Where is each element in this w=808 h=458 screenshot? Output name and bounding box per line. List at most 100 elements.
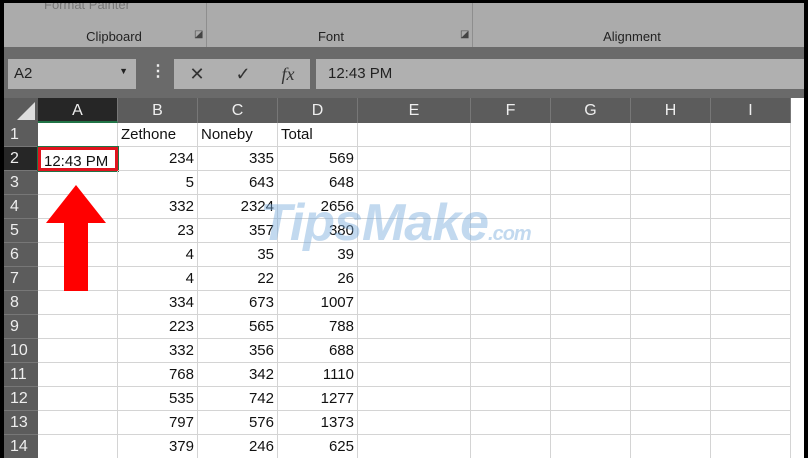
cell-F9[interactable] [471, 315, 551, 339]
column-header-B[interactable]: B [118, 98, 198, 123]
cell-F11[interactable] [471, 363, 551, 387]
enter-icon[interactable]: ✓ [236, 64, 251, 85]
cell-B4[interactable]: 332 [118, 195, 198, 219]
cell-C7[interactable]: 22 [198, 267, 278, 291]
cell-H14[interactable] [631, 435, 711, 458]
cell-F8[interactable] [471, 291, 551, 315]
cell-F7[interactable] [471, 267, 551, 291]
row-header-6[interactable]: 6 [4, 243, 38, 267]
column-header-E[interactable]: E [358, 98, 471, 123]
cell-D3[interactable]: 648 [278, 171, 358, 195]
cell-C10[interactable]: 356 [198, 339, 278, 363]
cancel-icon[interactable]: ✕ [189, 64, 204, 85]
cell-B8[interactable]: 334 [118, 291, 198, 315]
cell-I3[interactable] [711, 171, 791, 195]
row-header-3[interactable]: 3 [4, 171, 38, 195]
cell-C9[interactable]: 565 [198, 315, 278, 339]
cell-G2[interactable] [551, 147, 631, 171]
cell-B1[interactable]: Zethone [118, 123, 198, 147]
cell-B11[interactable]: 768 [118, 363, 198, 387]
cell-H3[interactable] [631, 171, 711, 195]
cell-I12[interactable] [711, 387, 791, 411]
cell-C1[interactable]: Noneby [198, 123, 278, 147]
cell-C13[interactable]: 576 [198, 411, 278, 435]
column-header-I[interactable]: I [711, 98, 791, 123]
cell-G7[interactable] [551, 267, 631, 291]
cell-B2[interactable]: 234 [118, 147, 198, 171]
cell-I8[interactable] [711, 291, 791, 315]
cell-H9[interactable] [631, 315, 711, 339]
cell-F13[interactable] [471, 411, 551, 435]
cell-F1[interactable] [471, 123, 551, 147]
cell-I2[interactable] [711, 147, 791, 171]
cell-B12[interactable]: 535 [118, 387, 198, 411]
row-header-7[interactable]: 7 [4, 267, 38, 291]
cell-B10[interactable]: 332 [118, 339, 198, 363]
cell-E10[interactable] [358, 339, 471, 363]
cell-E2[interactable] [358, 147, 471, 171]
cell-E14[interactable] [358, 435, 471, 458]
cell-H10[interactable] [631, 339, 711, 363]
cell-I10[interactable] [711, 339, 791, 363]
cell-G5[interactable] [551, 219, 631, 243]
cell-G10[interactable] [551, 339, 631, 363]
cell-B6[interactable]: 4 [118, 243, 198, 267]
cell-H8[interactable] [631, 291, 711, 315]
cell-E8[interactable] [358, 291, 471, 315]
cell-E1[interactable] [358, 123, 471, 147]
cell-F12[interactable] [471, 387, 551, 411]
cell-E9[interactable] [358, 315, 471, 339]
row-header-9[interactable]: 9 [4, 315, 38, 339]
cell-B3[interactable]: 5 [118, 171, 198, 195]
cell-G14[interactable] [551, 435, 631, 458]
column-header-F[interactable]: F [471, 98, 551, 123]
cell-D14[interactable]: 625 [278, 435, 358, 458]
row-header-2[interactable]: 2 [4, 147, 38, 171]
row-header-12[interactable]: 12 [4, 387, 38, 411]
row-header-8[interactable]: 8 [4, 291, 38, 315]
clipboard-launcher-icon[interactable]: ◪ [194, 29, 203, 40]
cell-A13[interactable] [38, 411, 118, 435]
chevron-down-icon[interactable]: ▼ [119, 66, 128, 76]
cell-D12[interactable]: 1277 [278, 387, 358, 411]
cell-A2[interactable]: 12:43 PM [37, 146, 119, 172]
column-header-C[interactable]: C [198, 98, 278, 123]
cell-E11[interactable] [358, 363, 471, 387]
cell-G12[interactable] [551, 387, 631, 411]
cell-B9[interactable]: 223 [118, 315, 198, 339]
row-header-11[interactable]: 11 [4, 363, 38, 387]
cell-G4[interactable] [551, 195, 631, 219]
cell-I7[interactable] [711, 267, 791, 291]
cell-G6[interactable] [551, 243, 631, 267]
cell-I11[interactable] [711, 363, 791, 387]
cell-G3[interactable] [551, 171, 631, 195]
row-header-14[interactable]: 14 [4, 435, 38, 458]
cell-D2[interactable]: 569 [278, 147, 358, 171]
cell-E7[interactable] [358, 267, 471, 291]
cell-A12[interactable] [38, 387, 118, 411]
cell-D9[interactable]: 788 [278, 315, 358, 339]
cell-C2[interactable]: 335 [198, 147, 278, 171]
cell-A11[interactable] [38, 363, 118, 387]
cell-H7[interactable] [631, 267, 711, 291]
cell-I14[interactable] [711, 435, 791, 458]
cell-G8[interactable] [551, 291, 631, 315]
cell-F14[interactable] [471, 435, 551, 458]
cell-H1[interactable] [631, 123, 711, 147]
cell-A14[interactable] [38, 435, 118, 458]
cell-D7[interactable]: 26 [278, 267, 358, 291]
cell-I4[interactable] [711, 195, 791, 219]
cell-A8[interactable] [38, 291, 118, 315]
cell-B14[interactable]: 379 [118, 435, 198, 458]
cell-C3[interactable]: 643 [198, 171, 278, 195]
cell-H2[interactable] [631, 147, 711, 171]
cell-D1[interactable]: Total [278, 123, 358, 147]
cell-H13[interactable] [631, 411, 711, 435]
more-icon[interactable]: ⋮ [150, 61, 166, 81]
cell-C8[interactable]: 673 [198, 291, 278, 315]
formula-input[interactable]: 12:43 PM [316, 59, 804, 89]
cell-A1[interactable] [38, 123, 118, 147]
cell-D11[interactable]: 1110 [278, 363, 358, 387]
cell-F10[interactable] [471, 339, 551, 363]
cell-I5[interactable] [711, 219, 791, 243]
